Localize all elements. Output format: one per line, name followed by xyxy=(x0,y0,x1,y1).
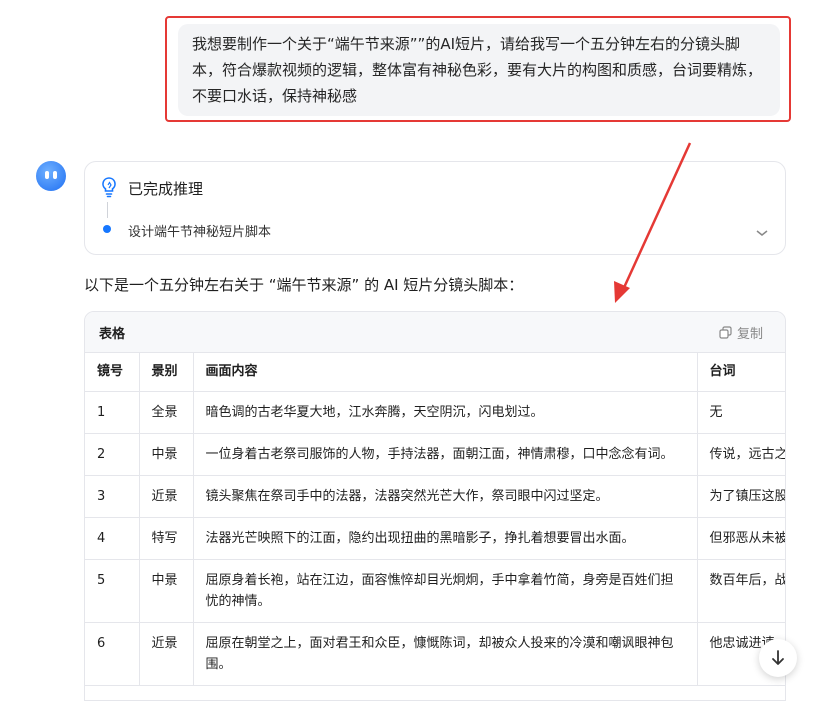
cell-shot-type: 中景 xyxy=(139,433,194,476)
table-row: 6 近景 屈原在朝堂之上，面对君王和众臣，慷慨陈词，却被众人投来的冷漠和嘲讽眼神… xyxy=(85,622,785,686)
arrow-down-icon xyxy=(772,650,784,665)
copy-button[interactable]: 复制 xyxy=(719,323,763,342)
reasoning-step-dot xyxy=(103,225,111,233)
header-cell: 台词 xyxy=(697,353,785,392)
table-header-row: 镜号 景别 画面内容 台词 xyxy=(85,353,785,392)
avatar-eye-right xyxy=(53,171,57,179)
header-cell: 镜号 xyxy=(85,353,140,392)
cell-dialogue: 但邪恶从未被 xyxy=(697,517,785,560)
highlight-annotation-box xyxy=(165,16,791,122)
copy-label: 复制 xyxy=(736,327,763,342)
cell-shot-type: 特写 xyxy=(139,517,194,560)
table-row: 3 近景 镜头聚焦在祭司手中的法器，法器突然光芒大作，祭司眼中闪过坚定。 为了镇… xyxy=(85,475,785,518)
cell-scene: 屈原在朝堂之上，面对君王和众臣，慷慨陈词，却被众人投来的冷漠和嘲讽眼神包围。 xyxy=(193,622,698,686)
cell-shot-no: 4 xyxy=(85,517,140,560)
cell-scene: 屈原身着长袍，站在江边，面容憔悴却目光炯炯，手中拿着竹简，身旁是百姓们担忧的神情… xyxy=(193,559,698,623)
cell-shot-no: 5 xyxy=(85,559,140,623)
reasoning-title: 已完成推理 xyxy=(128,180,204,198)
cell-dialogue: 无 xyxy=(697,391,785,434)
reasoning-connector xyxy=(107,202,108,218)
cell-dialogue: 为了镇压这股 xyxy=(697,475,785,518)
header-cell: 画面内容 xyxy=(193,353,698,392)
table-row: 5 中景 屈原身着长袍，站在江边，面容憔悴却目光炯炯，手中拿着竹简，身旁是百姓们… xyxy=(85,559,785,623)
cell-shot-type: 全景 xyxy=(139,391,194,434)
cell-shot-type: 近景 xyxy=(139,475,194,518)
scroll-to-bottom-button[interactable] xyxy=(759,639,797,677)
reasoning-step-text: 设计端午节神秘短片脚本 xyxy=(128,225,272,240)
intro-text: 以下是一个五分钟左右关于 “端午节来源” 的 AI 短片分镜头脚本： xyxy=(84,276,524,294)
copy-icon xyxy=(719,326,732,339)
table-row: 2 中景 一位身着古老祭司服饰的人物，手持法器，面朝江面，神情肃穆，口中念念有词… xyxy=(85,433,785,476)
table-row: 1 全景 暗色调的古老华夏大地，江水奔腾，天空阴沉，闪电划过。 无 xyxy=(85,391,785,434)
table-card-header: 表格 复制 xyxy=(85,312,785,353)
cell-shot-no: 3 xyxy=(85,475,140,518)
cell-scene: 镜头聚焦在祭司手中的法器，法器突然光芒大作，祭司眼中闪过坚定。 xyxy=(193,475,698,518)
assistant-avatar xyxy=(36,161,66,191)
cell-shot-no: 6 xyxy=(85,622,140,686)
cell-dialogue: 传说，远古之 xyxy=(697,433,785,476)
cell-shot-type: 中景 xyxy=(139,559,194,623)
header-cell: 景别 xyxy=(139,353,194,392)
cell-scene: 暗色调的古老华夏大地，江水奔腾，天空阴沉，闪电划过。 xyxy=(193,391,698,434)
cell-scene: 法器光芒映照下的江面，隐约出现扭曲的黑暗影子，挣扎着想要冒出水面。 xyxy=(193,517,698,560)
reasoning-card[interactable]: 已完成推理 设计端午节神秘短片脚本 xyxy=(84,161,786,255)
cell-shot-no: 1 xyxy=(85,391,140,434)
lightbulb-icon xyxy=(99,176,119,202)
table-row: 4 特写 法器光芒映照下的江面，隐约出现扭曲的黑暗影子，挣扎着想要冒出水面。 但… xyxy=(85,517,785,560)
script-table: 镜号 景别 画面内容 台词 1 全景 暗色调的古老华夏大地，江水奔腾，天空阴沉，… xyxy=(85,353,785,686)
cell-scene: 一位身着古老祭司服饰的人物，手持法器，面朝江面，神情肃穆，口中念念有词。 xyxy=(193,433,698,476)
cell-shot-type: 近景 xyxy=(139,622,194,686)
chevron-down-icon[interactable] xyxy=(755,223,769,242)
cell-dialogue: 数百年后，战 xyxy=(697,559,785,623)
table-label: 表格 xyxy=(99,327,126,342)
script-table-card: 表格 复制 镜号 景别 画面内容 台词 1 全景 暗色调的古老华夏大地，江水奔腾… xyxy=(84,311,786,701)
avatar-eye-left xyxy=(45,171,49,179)
cell-shot-no: 2 xyxy=(85,433,140,476)
